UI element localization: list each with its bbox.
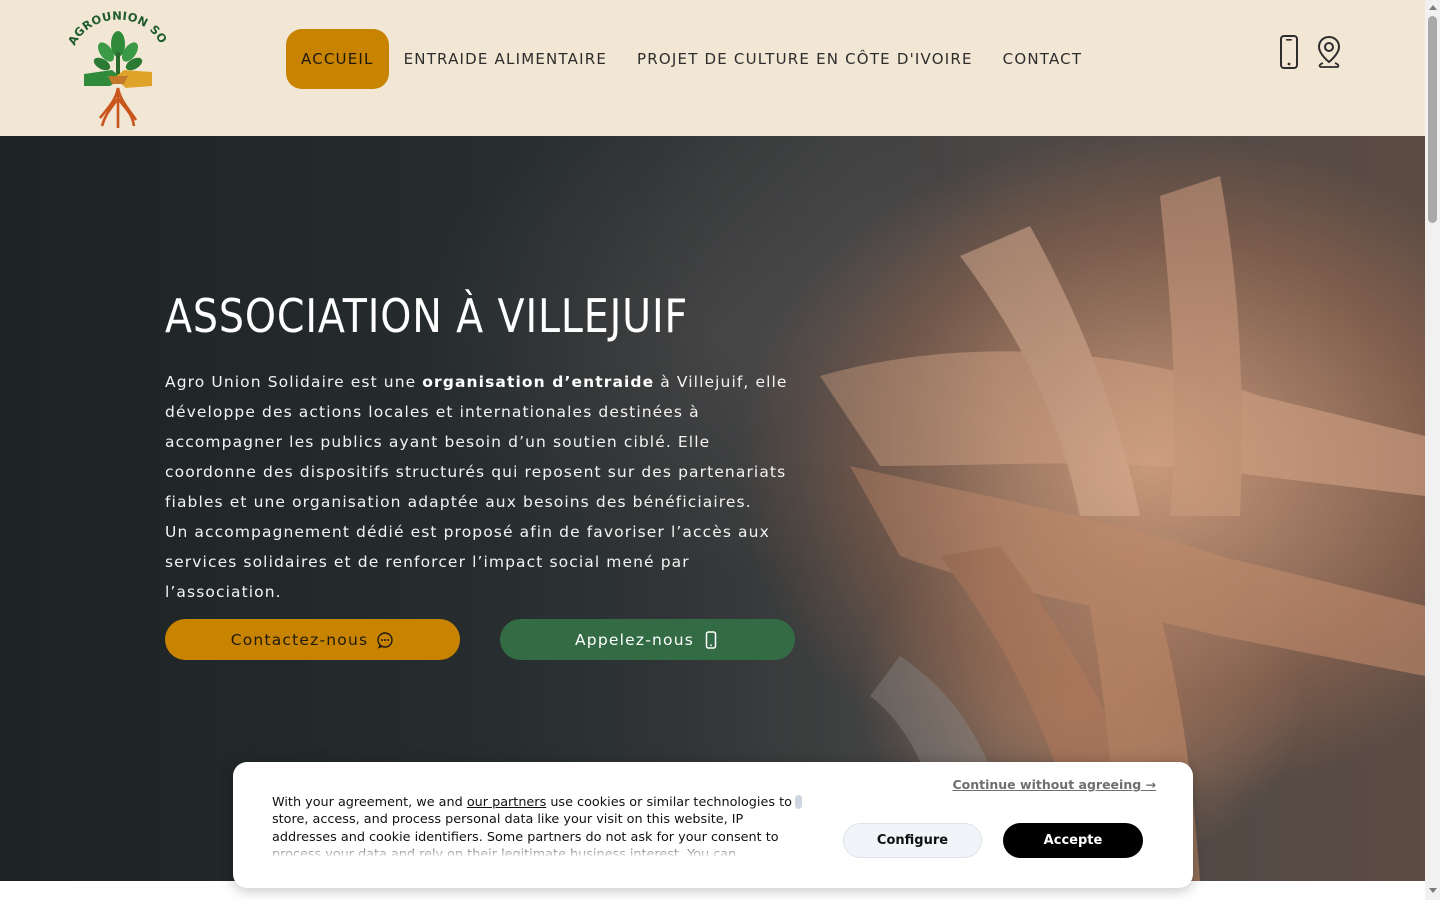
call-button-label: Appelez-nous	[575, 630, 694, 649]
contact-button[interactable]: Contactez-nous	[165, 619, 460, 660]
scroll-down-arrow-icon[interactable]	[1429, 888, 1437, 893]
nav-item-accueil[interactable]: ACCUEIL	[286, 29, 389, 89]
contact-button-label: Contactez-nous	[230, 630, 369, 649]
header-icons	[1276, 34, 1342, 70]
hero-text-after: à Villejuif, elle développe des actions …	[165, 373, 788, 511]
hero-title: ASSOCIATION À VILLEJUIF	[165, 289, 689, 343]
nav-item-entraide-alimentaire[interactable]: ENTRAIDE ALIMENTAIRE	[389, 29, 622, 89]
site-header: AGROUNION SOLIDAIRE ACCUEIL ENTRAIDE ALI…	[0, 0, 1425, 136]
site-logo[interactable]: AGROUNION SOLIDAIRE	[57, 0, 174, 132]
hero-text-second: Un accompagnement dédié est proposé afin…	[165, 523, 770, 601]
cookie-text-before: With your agreement, we and	[272, 795, 467, 810]
hero-text-bold: organisation d’entraide	[422, 373, 655, 391]
chat-bubble-icon	[377, 631, 393, 649]
hero-text-before: Agro Union Solidaire est une	[165, 373, 423, 391]
main-nav: ACCUEIL ENTRAIDE ALIMENTAIRE PROJET DE C…	[286, 29, 1097, 89]
scroll-up-arrow-icon[interactable]	[1429, 5, 1437, 10]
configure-button[interactable]: Configure	[843, 823, 982, 858]
accept-button[interactable]: Accepte	[1003, 823, 1143, 858]
scrollbar-thumb[interactable]	[1428, 16, 1437, 223]
phone-icon	[705, 630, 717, 649]
cookie-consent-banner: Continue without agreeing → With your ag…	[233, 762, 1193, 888]
cookie-text-fade	[272, 842, 792, 858]
continue-without-agreeing-link[interactable]: Continue without agreeing →	[952, 777, 1156, 792]
hero-description: Agro Union Solidaire est une organisatio…	[165, 367, 805, 607]
our-partners-link[interactable]: our partners	[467, 795, 546, 810]
nav-item-projet-culture[interactable]: PROJET DE CULTURE EN CÔTE D'IVOIRE	[622, 29, 988, 89]
plant-handshake-logo-icon: AGROUNION SOLIDAIRE	[57, 0, 170, 128]
phone-icon[interactable]	[1276, 34, 1302, 70]
call-button[interactable]: Appelez-nous	[500, 619, 795, 660]
page-scrollbar[interactable]	[1425, 0, 1440, 900]
page: AGROUNION SOLIDAIRE ACCUEIL ENTRAIDE ALI…	[0, 0, 1425, 900]
location-pin-icon[interactable]	[1316, 34, 1342, 70]
cookie-text-scrollbar[interactable]	[795, 795, 802, 809]
nav-item-contact[interactable]: CONTACT	[988, 29, 1098, 89]
